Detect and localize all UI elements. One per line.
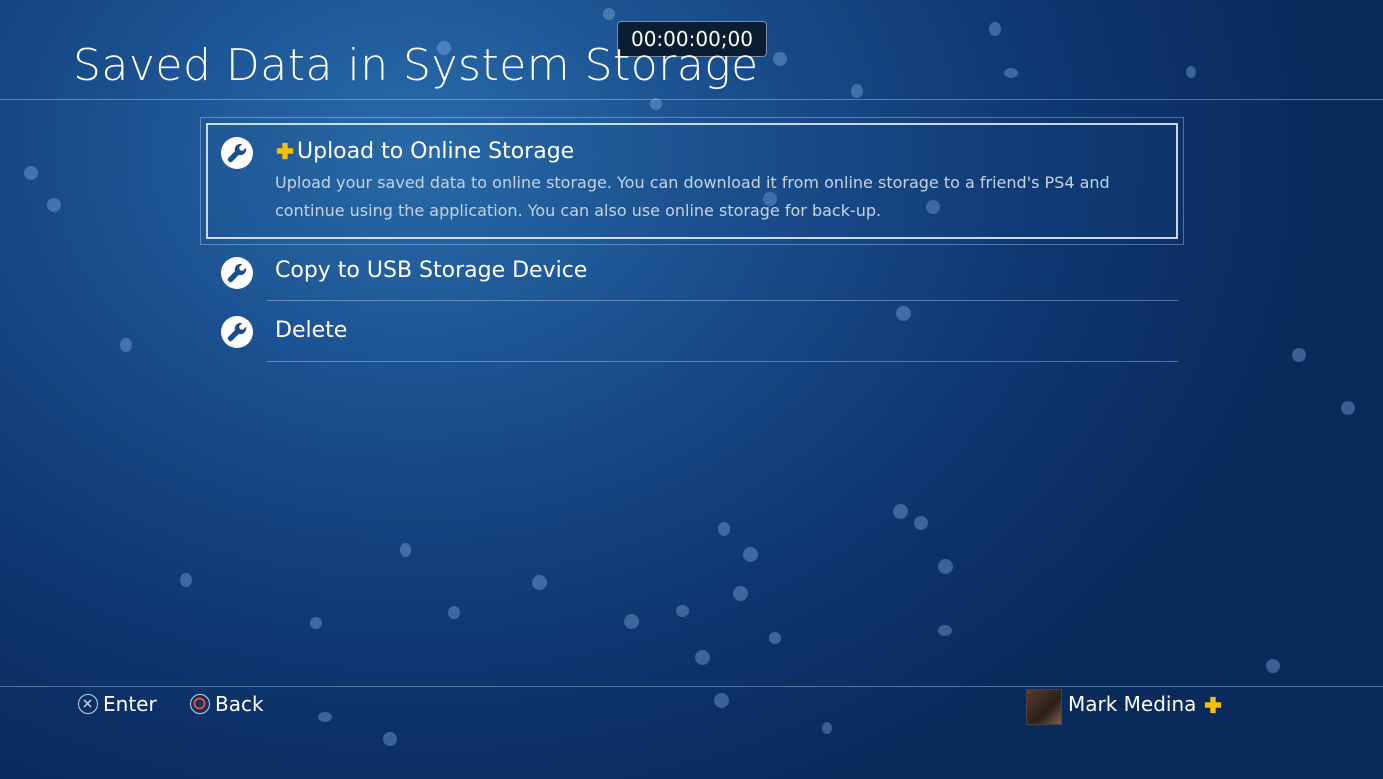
enter-label: Enter bbox=[103, 692, 157, 716]
menu-item-label: Delete bbox=[275, 318, 348, 343]
user-name: Mark Medina bbox=[1068, 692, 1197, 716]
avatar bbox=[1026, 689, 1062, 725]
menu-item-upload-online-storage[interactable]: Upload to Online Storage Upload your sav… bbox=[200, 117, 1184, 245]
back-button-hint[interactable]: Back bbox=[190, 692, 264, 716]
menu-item-delete[interactable]: Delete bbox=[200, 301, 1184, 361]
footer-divider bbox=[0, 686, 1383, 687]
menu-divider bbox=[267, 361, 1178, 362]
wrench-icon bbox=[221, 137, 253, 169]
page-title: Saved Data in System Storage bbox=[73, 40, 759, 91]
menu-item-copy-usb[interactable]: Copy to USB Storage Device bbox=[200, 245, 1184, 301]
cross-button-icon bbox=[78, 694, 98, 714]
menu-item-label: Upload to Online Storage bbox=[276, 139, 574, 164]
menu-item-label: Copy to USB Storage Device bbox=[275, 258, 588, 283]
menu-item-description: Upload your saved data to online storage… bbox=[275, 173, 1110, 220]
back-label: Back bbox=[215, 692, 264, 716]
ps-plus-icon bbox=[1204, 696, 1222, 714]
enter-button-hint[interactable]: Enter bbox=[78, 692, 157, 716]
circle-button-icon bbox=[190, 694, 210, 714]
ps-plus-icon bbox=[276, 142, 294, 160]
header-divider bbox=[0, 99, 1383, 100]
wrench-icon bbox=[221, 316, 253, 348]
upload-label-text: Upload to Online Storage bbox=[297, 139, 575, 164]
wrench-icon bbox=[221, 257, 253, 289]
